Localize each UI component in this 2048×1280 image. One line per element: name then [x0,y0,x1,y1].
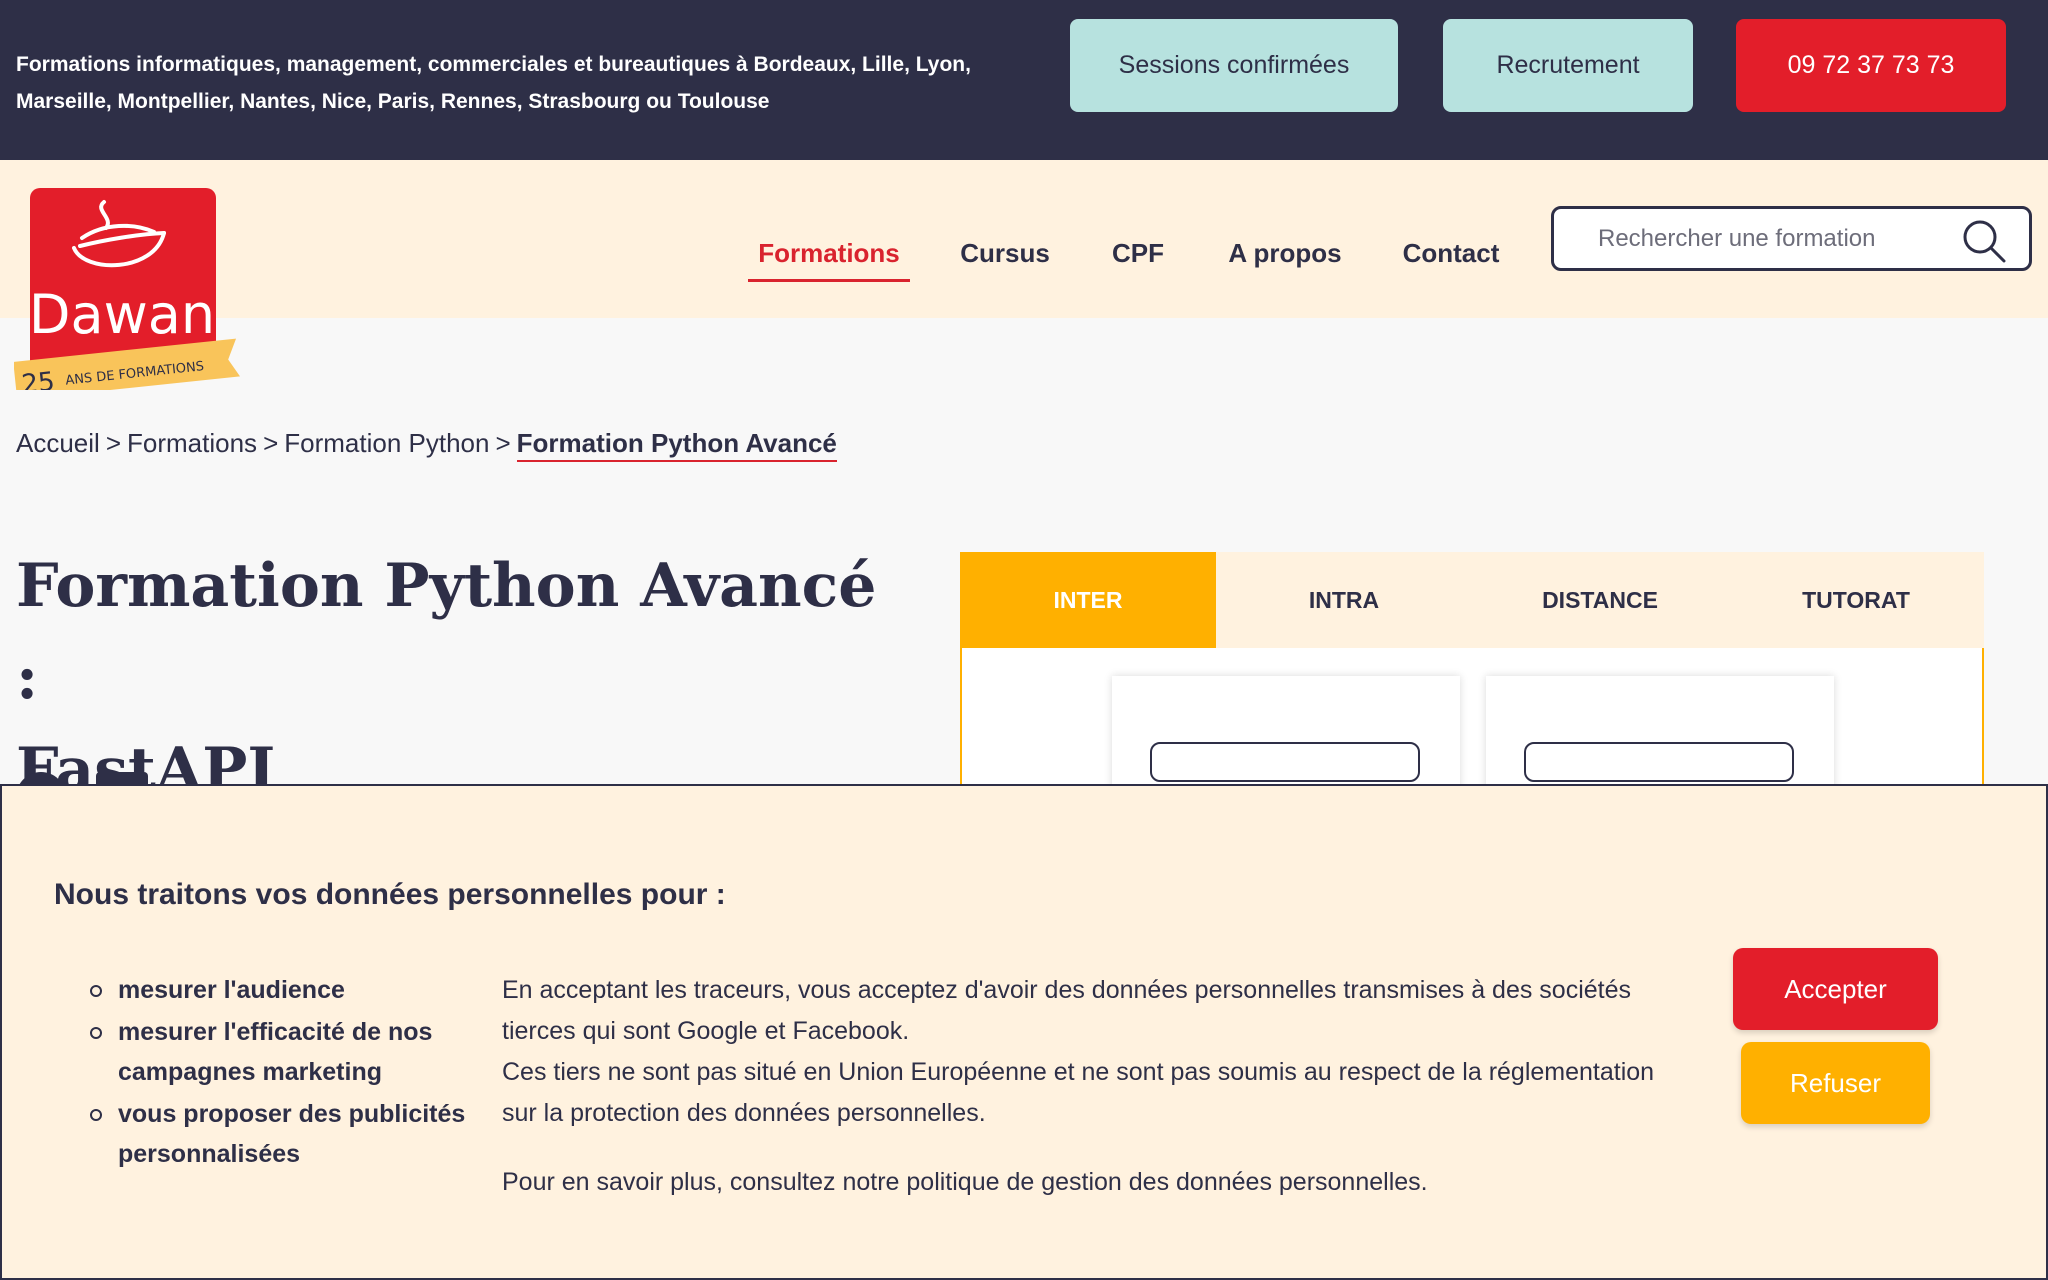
logo-brand: Dawan [29,283,215,346]
cookie-purpose-item: mesurer l'audience [88,970,468,1010]
breadcrumb-current: Formation Python Avancé [516,428,837,462]
session-card-field[interactable] [1150,742,1420,782]
nav-contact[interactable]: Contact [1396,223,1506,283]
breadcrumb-formations[interactable]: Formations [127,428,257,458]
nav-formations[interactable]: Formations [748,223,910,283]
tab-tutorat[interactable]: TUTORAT [1728,552,1984,648]
logo-years: 25 [20,367,56,390]
nav-active-underline [748,279,910,282]
cookie-description: En acceptant les traceurs, vous acceptez… [502,970,1682,1134]
nav-a-propos[interactable]: A propos [1220,223,1350,283]
refuse-cookies-button[interactable]: Refuser [1741,1042,1930,1124]
search-input[interactable] [1598,219,1958,259]
cookie-purpose-item: vous proposer des publicités personnalis… [88,1094,468,1174]
top-bar: Formations informatiques, management, co… [0,0,2048,160]
session-card[interactable] [1112,676,1460,796]
breadcrumb-separator: > [263,428,279,458]
search-icon[interactable] [1960,217,2008,265]
page-title: Formation Python Avancé : FastAPI [16,540,916,816]
tab-panel [960,648,1984,796]
cookie-text-2: Ces tiers ne sont pas situé en Union Eur… [502,1058,1655,1127]
cookie-title: Nous traitons vos données personnelles p… [54,878,726,911]
breadcrumb-formation-python[interactable]: Formation Python [284,428,489,458]
breadcrumb-separator: > [495,428,511,458]
search-box [1551,206,2032,271]
accept-cookies-button[interactable]: Accepter [1733,948,1938,1030]
tab-distance[interactable]: DISTANCE [1472,552,1728,648]
session-card[interactable] [1486,676,1834,796]
page-title-line1: Formation Python Avancé : [16,551,877,713]
phone-button[interactable]: 09 72 37 73 73 [1736,19,2006,112]
cookie-policy-link[interactable]: Pour en savoir plus, consultez notre pol… [502,1162,1682,1203]
sessions-confirmees-button[interactable]: Sessions confirmées [1070,19,1398,112]
dawan-logo[interactable]: Dawan 25 ANS DE FORMATIONS [14,188,242,390]
cookie-purposes-list: mesurer l'audience mesurer l'efficacité … [88,970,468,1176]
nav-cpf[interactable]: CPF [1100,223,1176,283]
topbar-tagline: Formations informatiques, management, co… [16,53,971,113]
breadcrumb-separator: > [105,428,122,458]
breadcrumb-accueil[interactable]: Accueil [16,428,100,458]
breadcrumb: Accueil > Formations > Formation Python > Form… [16,428,837,462]
tab-intra[interactable]: INTRA [1216,552,1472,648]
recrutement-button[interactable]: Recrutement [1443,19,1693,112]
tab-inter[interactable]: INTER [960,552,1216,648]
session-card-field[interactable] [1524,742,1794,782]
cookie-consent-banner: Nous traitons vos données personnelles p… [0,784,2048,1280]
cookie-text-1: En acceptant les traceurs, vous acceptez… [502,976,1632,1045]
session-type-tabs: INTER INTRA DISTANCE TUTORAT [960,552,1984,648]
nav-cursus[interactable]: Cursus [950,223,1060,283]
cookie-purpose-item: mesurer l'efficacité de nos campagnes ma… [88,1012,468,1092]
